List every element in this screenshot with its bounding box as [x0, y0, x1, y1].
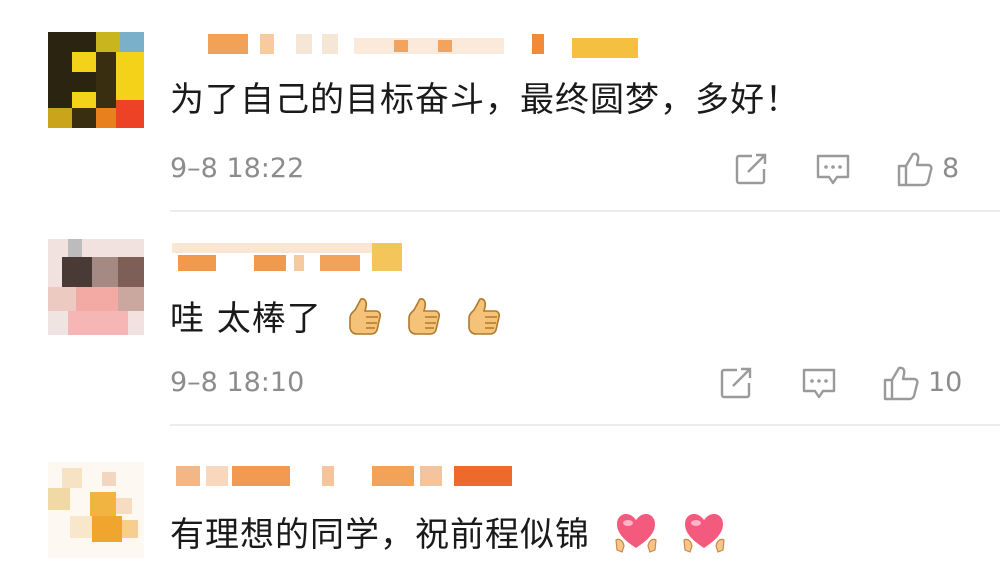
comment-text: 有理想的同学，祝前程似锦 — [170, 510, 726, 563]
thumbs-up-emoji — [465, 297, 501, 344]
reply-button[interactable] — [815, 153, 851, 187]
comment-divider — [170, 210, 1000, 212]
pixelated-yellow-avatar[interactable] — [48, 32, 144, 128]
comment-1: 为了自己的目标奋斗，最终圆梦，多好！ 9–8 18:22 8 — [0, 0, 1000, 215]
like-icon — [897, 152, 933, 187]
reply-button[interactable] — [801, 367, 837, 401]
share-icon — [735, 153, 767, 185]
like-button[interactable]: 8 — [896, 150, 959, 188]
heart-hands-emoji — [682, 510, 726, 563]
share-button[interactable] — [719, 366, 755, 400]
like-count: 10 — [928, 367, 963, 398]
comment-text: 为了自己的目标奋斗，最终圆梦，多好！ — [170, 80, 800, 120]
thumbs-up-emoji — [346, 297, 382, 344]
comment-text-content: 有理想的同学，祝前程似锦 — [170, 515, 590, 555]
like-icon — [883, 366, 919, 401]
comment-3: 有理想的同学，祝前程似锦 — [0, 430, 1000, 575]
comment-text: 哇 太棒了 — [170, 297, 501, 344]
comment-text-content: 哇 太棒了 — [170, 299, 322, 339]
like-button[interactable]: 10 — [882, 364, 962, 402]
comment-divider — [170, 424, 1000, 426]
comment-timestamp: 9–8 18:10 — [170, 367, 305, 398]
comment-timestamp: 9–8 18:22 — [170, 153, 305, 184]
share-icon — [720, 367, 752, 399]
heart-hands-emoji — [614, 510, 658, 563]
comment-2: 哇 太棒了 9–8 18:10 10 — [0, 215, 1000, 430]
pixelated-orange-avatar[interactable] — [48, 462, 144, 558]
reply-icon — [802, 368, 836, 399]
reply-icon — [816, 154, 850, 185]
thumbs-up-emoji — [405, 297, 441, 344]
share-button[interactable] — [734, 152, 770, 186]
pixelated-cow-avatar[interactable] — [48, 239, 144, 335]
like-count: 8 — [942, 153, 960, 184]
